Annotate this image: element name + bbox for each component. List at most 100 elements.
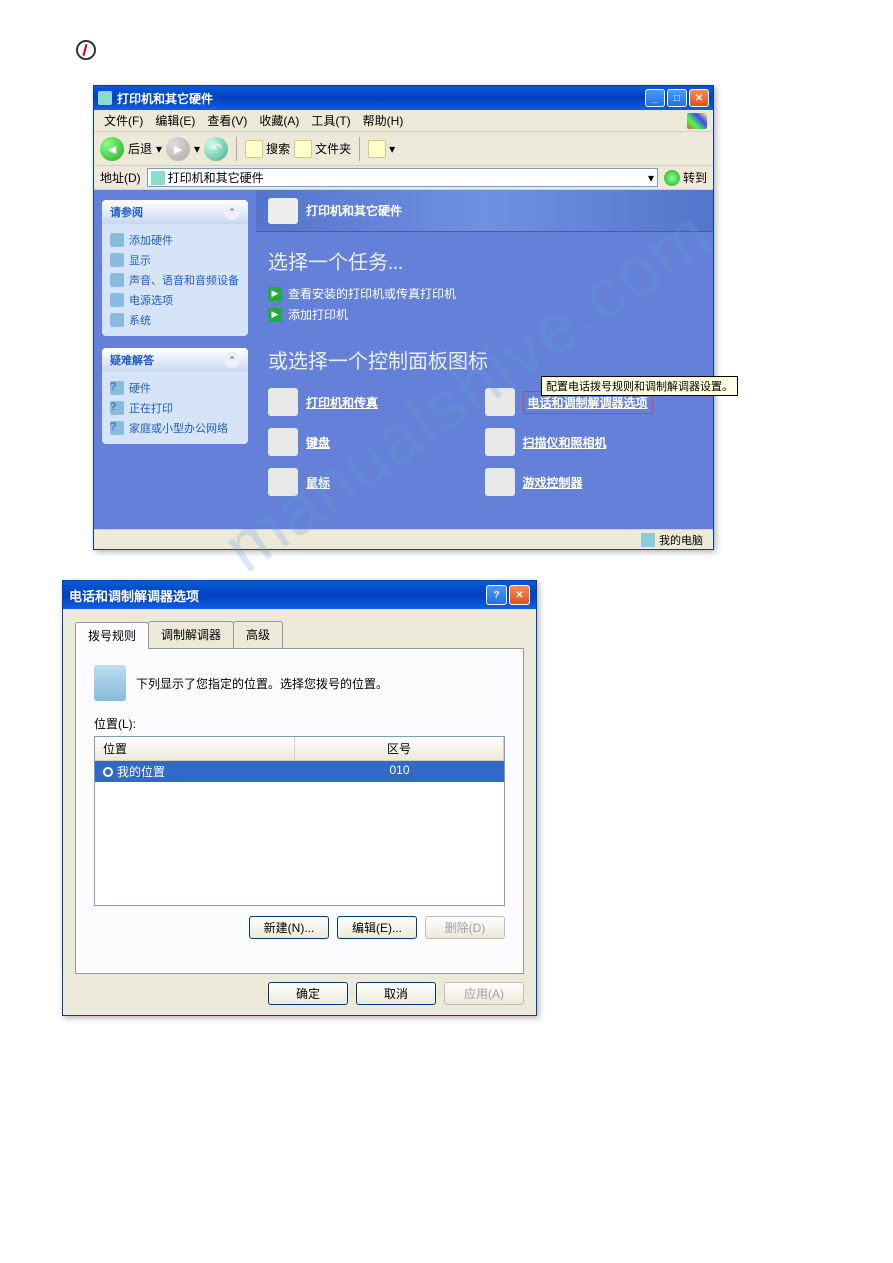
titlebar[interactable]: 打印机和其它硬件 _ □ ✕ — [94, 86, 713, 110]
search-button[interactable]: 搜索 — [245, 140, 290, 158]
icon-label: 鼠标 — [306, 474, 330, 491]
sidebar-item-display[interactable]: 显示 — [110, 250, 240, 270]
folders-label: 文件夹 — [315, 140, 351, 157]
icon-label: 打印机和传真 — [306, 394, 378, 411]
task-label: 查看安装的打印机或传真打印机 — [288, 285, 456, 302]
printer-category-icon — [268, 198, 298, 224]
menu-help[interactable]: 帮助(H) — [359, 110, 408, 131]
phone-modem-dialog: 电话和调制解调器选项 ? ✕ 拨号规则 调制解调器 高级 下列显示了您指定的位置… — [62, 580, 537, 1016]
see-also-header[interactable]: 请参阅 ⌃ — [102, 200, 248, 224]
go-icon — [664, 170, 680, 186]
sidebar-item-hw-trouble[interactable]: ?硬件 — [110, 378, 240, 398]
location-name: 我的位置 — [117, 763, 165, 780]
cancel-button[interactable]: 取消 — [356, 982, 436, 1005]
locations-label: 位置(L): — [94, 715, 505, 732]
keyboard-icon — [268, 428, 298, 456]
gamepad-icon — [485, 468, 515, 496]
hardware-icon — [110, 233, 124, 247]
tab-dialing-rules[interactable]: 拨号规则 — [75, 622, 149, 649]
icon-label: 键盘 — [306, 434, 330, 451]
statusbar: 我的电脑 — [94, 529, 713, 549]
phone-modem-icon — [485, 388, 515, 416]
menu-view[interactable]: 查看(V) — [203, 110, 251, 131]
icon-label: 游戏控制器 — [523, 474, 583, 491]
list-item[interactable]: 我的位置 010 — [95, 761, 504, 782]
delete-button: 删除(D) — [425, 916, 505, 939]
power-icon — [110, 293, 124, 307]
sidebar-item-printing[interactable]: ?正在打印 — [110, 398, 240, 418]
go-label: 转到 — [683, 169, 707, 186]
forward-dropdown-icon[interactable]: ▾ — [194, 142, 200, 156]
task-label: 添加打印机 — [288, 306, 348, 323]
dialog-title: 电话和调制解调器选项 — [69, 586, 486, 605]
collapse-icon[interactable]: ⌃ — [224, 352, 240, 368]
menu-favorites[interactable]: 收藏(A) — [255, 110, 303, 131]
up-button[interactable]: ↶ — [204, 137, 228, 161]
edit-button[interactable]: 编辑(E)... — [337, 916, 417, 939]
back-arrow-icon: ◄ — [100, 137, 124, 161]
task-add-printer[interactable]: ▶添加打印机 — [268, 304, 701, 325]
windows-logo-icon — [687, 113, 707, 129]
help-icon: ? — [110, 421, 124, 435]
area-code-value: 010 — [295, 761, 504, 782]
statusbar-text: 我的电脑 — [659, 532, 703, 548]
help-icon: ? — [110, 401, 124, 415]
sidebar-item-power[interactable]: 电源选项 — [110, 290, 240, 310]
views-button[interactable]: ▾ — [368, 140, 395, 158]
icons-heading: 或选择一个控制面板图标 — [268, 345, 701, 374]
brand-logo — [76, 40, 96, 60]
go-button[interactable]: 转到 — [664, 169, 707, 186]
sidebar-item-label: 家庭或小型办公网络 — [129, 420, 228, 436]
my-computer-icon — [641, 533, 655, 547]
folders-icon — [294, 140, 312, 158]
minimize-button[interactable]: _ — [645, 89, 665, 107]
views-icon — [368, 140, 386, 158]
column-area-code[interactable]: 区号 — [295, 737, 504, 760]
arrow-icon: ▶ — [268, 287, 282, 301]
maximize-button[interactable]: □ — [667, 89, 687, 107]
folders-button[interactable]: 文件夹 — [294, 140, 351, 158]
sidebar-item-label: 显示 — [129, 252, 151, 268]
icon-mouse[interactable]: 鼠标 — [268, 468, 485, 496]
forward-button[interactable]: ► — [166, 137, 190, 161]
task-view-printers[interactable]: ▶ 查看安装的打印机或传真打印机 — [268, 283, 701, 304]
sidebar-item-system[interactable]: 系统 — [110, 310, 240, 330]
close-button[interactable]: ✕ — [689, 89, 709, 107]
help-button[interactable]: ? — [486, 585, 507, 605]
address-dropdown-icon[interactable]: ▾ — [648, 171, 654, 185]
icon-scanner-camera[interactable]: 扫描仪和照相机 — [485, 428, 702, 456]
phone-location-icon — [94, 665, 126, 701]
sidebar-item-add-hardware[interactable]: 添加硬件 — [110, 230, 240, 250]
sidebar-item-sound[interactable]: 声音、语音和音频设备 — [110, 270, 240, 290]
sound-icon — [110, 273, 124, 287]
address-combo[interactable]: 打印机和其它硬件 ▾ — [147, 168, 658, 187]
dialog-titlebar[interactable]: 电话和调制解调器选项 ? ✕ — [63, 581, 536, 609]
back-button[interactable]: ◄ 后退 ▾ — [100, 137, 162, 161]
menu-edit[interactable]: 编辑(E) — [151, 110, 199, 131]
back-dropdown-icon[interactable]: ▾ — [156, 142, 162, 156]
icon-printers-fax[interactable]: 打印机和传真 — [268, 388, 485, 416]
menu-file[interactable]: 文件(F) — [100, 110, 147, 131]
icon-game-controller[interactable]: 游戏控制器 — [485, 468, 702, 496]
category-banner: 打印机和其它硬件 — [256, 190, 713, 232]
tab-modems[interactable]: 调制解调器 — [148, 621, 234, 648]
sidebar-item-label: 系统 — [129, 312, 151, 328]
column-location[interactable]: 位置 — [95, 737, 295, 760]
tooltip: 配置电话拨号规则和调制解调器设置。 — [541, 376, 738, 396]
close-button[interactable]: ✕ — [509, 585, 530, 605]
menu-tools[interactable]: 工具(T) — [307, 110, 354, 131]
icon-keyboard[interactable]: 键盘 — [268, 428, 485, 456]
collapse-icon[interactable]: ⌃ — [224, 204, 240, 220]
printer-icon — [268, 388, 298, 416]
see-also-title: 请参阅 — [110, 204, 143, 220]
sidebar-item-network[interactable]: ? 家庭或小型办公网络 — [110, 418, 240, 438]
troubleshoot-header[interactable]: 疑难解答 ⌃ — [102, 348, 248, 372]
tab-advanced[interactable]: 高级 — [233, 621, 283, 648]
scanner-icon — [485, 428, 515, 456]
locations-list[interactable]: 位置 区号 我的位置 010 — [94, 736, 505, 906]
ok-button[interactable]: 确定 — [268, 982, 348, 1005]
sidebar-item-label: 电源选项 — [129, 292, 173, 308]
new-button[interactable]: 新建(N)... — [249, 916, 329, 939]
window-title: 打印机和其它硬件 — [117, 90, 645, 107]
mouse-icon — [268, 468, 298, 496]
